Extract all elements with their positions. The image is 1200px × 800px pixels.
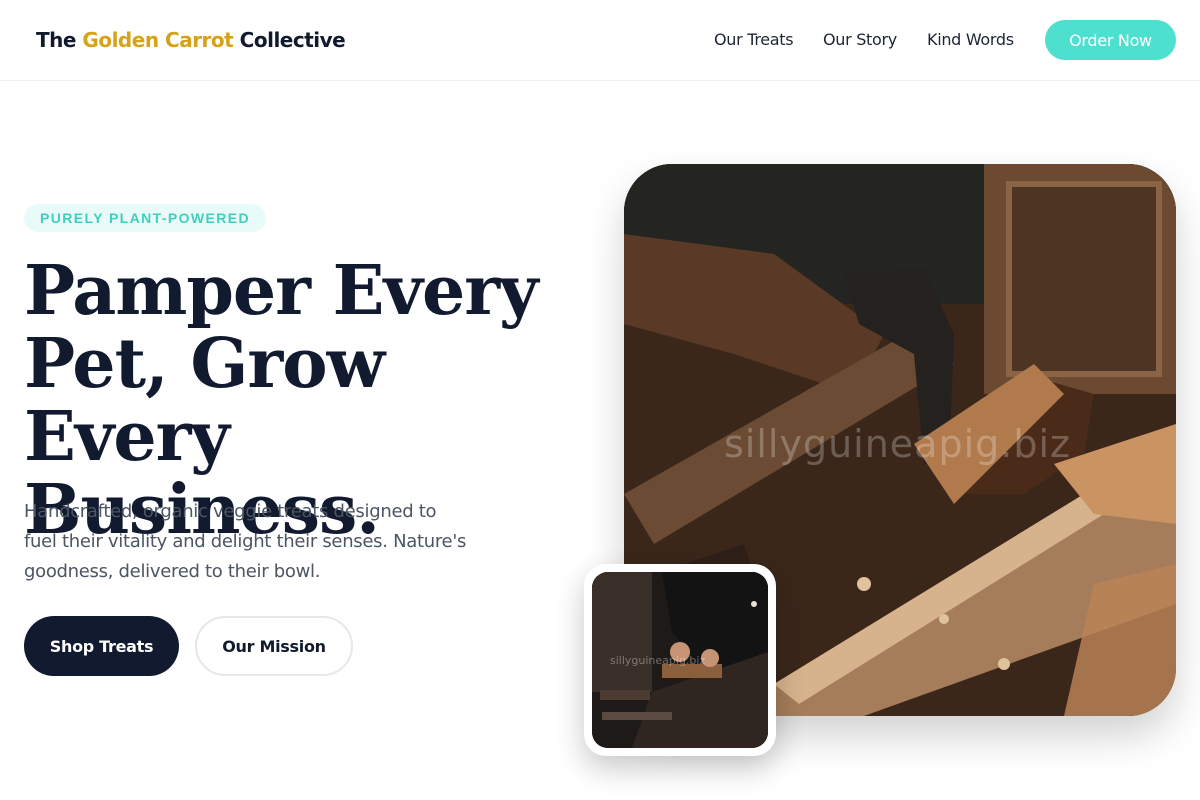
brand-suffix: Collective bbox=[233, 28, 346, 52]
brand-prefix: The bbox=[36, 28, 83, 52]
shop-treats-button[interactable]: Shop Treats bbox=[24, 616, 179, 676]
hero-inset-image-frame: sillyguineapig.biz bbox=[584, 564, 776, 756]
nav-link-our-story[interactable]: Our Story bbox=[823, 30, 897, 49]
main-image-watermark: sillyguineapig.biz bbox=[724, 422, 1071, 466]
hero-description: Handcrafted, organic veggie treats desig… bbox=[24, 501, 467, 582]
hero-inset-image: sillyguineapig.biz bbox=[592, 572, 768, 748]
nav-link-our-treats[interactable]: Our Treats bbox=[714, 30, 794, 49]
order-now-button[interactable]: Order Now bbox=[1045, 20, 1176, 60]
our-mission-button[interactable]: Our Mission bbox=[195, 616, 353, 676]
nav-link-kind-words[interactable]: Kind Words bbox=[927, 30, 1014, 49]
brand-logo[interactable]: The Golden Carrot Collective bbox=[36, 28, 346, 52]
brand-accent: Golden Carrot bbox=[82, 28, 234, 52]
site-header: The Golden Carrot Collective Our Treats … bbox=[0, 0, 1200, 81]
hero-tag: PURELY PLANT-POWERED bbox=[24, 204, 267, 232]
inset-image-watermark: sillyguineapig.biz bbox=[610, 654, 706, 667]
